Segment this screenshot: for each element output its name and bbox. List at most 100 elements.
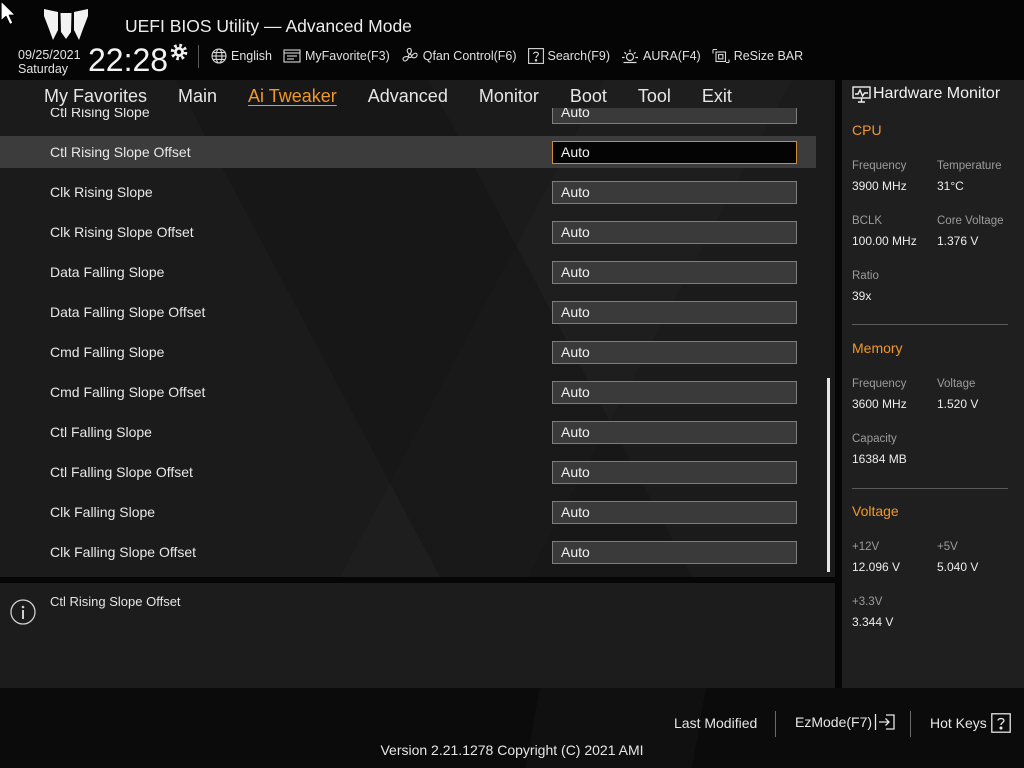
setting-row-clk-rising-slope-offset[interactable]: Clk Rising Slope Offset Auto	[0, 216, 816, 248]
weekday: Saturday	[18, 62, 69, 76]
voltage-12v: +12V 12.096 V	[852, 539, 937, 594]
mouse-cursor-icon	[0, 0, 17, 26]
setting-value-dropdown[interactable]: Auto	[552, 381, 797, 404]
settings-list[interactable]: Ctl Rising Slope Auto Ctl Rising Slope O…	[0, 108, 835, 577]
setting-value-dropdown[interactable]: Auto	[552, 181, 797, 204]
cpu-bclk: BCLK 100.00 MHz	[852, 213, 937, 268]
setting-label: Data Falling Slope Offset	[50, 304, 206, 320]
cpu-temperature: Temperature 31°C	[937, 158, 1020, 213]
help-icon	[990, 713, 1011, 733]
field-value: 5.040 V	[937, 560, 979, 574]
scrollbar-thumb[interactable]	[827, 378, 830, 572]
setting-value-dropdown[interactable]: Auto	[552, 301, 797, 324]
search-label: Search(F9)	[547, 49, 611, 63]
settings-rows: Ctl Rising Slope Auto Ctl Rising Slope O…	[0, 108, 835, 576]
header-divider	[198, 45, 199, 68]
setting-value-dropdown[interactable]: Auto	[552, 221, 797, 244]
setting-label: Ctl Falling Slope Offset	[50, 464, 193, 480]
hardware-monitor-panel: Hardware Monitor CPU Frequency 3900 MHz T…	[842, 80, 1024, 688]
setting-label: Ctl Rising Slope	[50, 108, 150, 120]
setting-row-ctl-rising-slope[interactable]: Ctl Rising Slope Auto	[0, 108, 816, 128]
field-label: BCLK	[852, 215, 883, 227]
field-value: 3.344 V	[852, 615, 894, 629]
setting-label: Clk Falling Slope	[50, 504, 156, 520]
field-value: 3600 MHz	[852, 397, 907, 411]
app-title: UEFI BIOS Utility — Advanced Mode	[125, 16, 412, 36]
search-button[interactable]: Search(F9)	[527, 48, 611, 64]
field-label: Temperature	[937, 160, 1002, 172]
setting-value-dropdown[interactable]: Auto	[552, 141, 797, 164]
setting-row-data-falling-slope-offset[interactable]: Data Falling Slope Offset Auto	[0, 296, 816, 328]
memory-voltage: Voltage 1.520 V	[937, 376, 1020, 431]
field-label: Frequency	[852, 160, 907, 172]
footer-divider	[910, 711, 911, 737]
setting-row-ctl-falling-slope-offset[interactable]: Ctl Falling Slope Offset Auto	[0, 456, 816, 488]
my-favorite-button[interactable]: MyFavorite(F3)	[283, 48, 390, 64]
setting-value-dropdown[interactable]: Auto	[552, 421, 797, 444]
field-label: Voltage	[937, 378, 976, 390]
field-label: +5V	[937, 541, 958, 553]
setting-row-cmd-falling-slope[interactable]: Cmd Falling Slope Auto	[0, 336, 816, 368]
cpu-core-voltage: Core Voltage 1.376 V	[937, 213, 1020, 268]
field-value: 12.096 V	[852, 560, 901, 574]
setting-label: Cmd Falling Slope	[50, 344, 165, 360]
toolbar: English MyFavorite(F3) Qfan Control(F6) …	[211, 47, 803, 65]
setting-row-ctl-falling-slope[interactable]: Ctl Falling Slope Auto	[0, 416, 816, 448]
qfan-control-button[interactable]: Qfan Control(F6)	[401, 47, 517, 65]
field-value: 31°C	[937, 179, 964, 193]
ez-mode-button[interactable]: EzMode(F7)	[795, 713, 896, 731]
field-value: 3900 MHz	[852, 179, 907, 193]
cpu-frequency: Frequency 3900 MHz	[852, 158, 937, 213]
field-value: 39x	[852, 289, 872, 303]
footer-divider	[775, 711, 776, 737]
my-favorite-label: MyFavorite(F3)	[305, 49, 390, 63]
section-heading: CPU	[852, 122, 882, 138]
field-value: 1.520 V	[937, 397, 979, 411]
setting-row-ctl-rising-slope-offset[interactable]: Ctl Rising Slope Offset Auto	[0, 136, 816, 168]
monitor-icon	[852, 86, 871, 103]
cpu-section: CPU Frequency 3900 MHz Temperature 31°C BC…	[852, 121, 1020, 323]
setting-label: Ctl Rising Slope Offset	[50, 144, 191, 160]
version-text: Version 2.21.1278 Copyright (C) 2021 AMI	[380, 742, 644, 758]
voltage-5v: +5V 5.040 V	[937, 539, 1020, 594]
setting-row-cmd-falling-slope-offset[interactable]: Cmd Falling Slope Offset Auto	[0, 376, 816, 408]
resize-bar-button[interactable]: ReSize BAR	[712, 48, 803, 64]
setting-row-clk-falling-slope[interactable]: Clk Falling Slope Auto	[0, 496, 816, 528]
field-label: Core Voltage	[937, 215, 1004, 227]
exit-icon	[874, 713, 896, 731]
aura-label: AURA(F4)	[643, 49, 701, 63]
setting-value-dropdown[interactable]: Auto	[552, 261, 797, 284]
language-label: English	[231, 49, 272, 63]
my-favorite-icon	[283, 48, 301, 64]
info-icon	[10, 599, 36, 625]
qfan-control-label: Qfan Control(F6)	[422, 49, 517, 63]
memory-frequency: Frequency 3600 MHz	[852, 376, 937, 431]
setting-label: Data Falling Slope	[50, 264, 165, 280]
aura-button[interactable]: AURA(F4)	[621, 48, 701, 64]
setting-value-dropdown[interactable]: Auto	[552, 461, 797, 484]
last-modified-button[interactable]: Last Modified	[674, 715, 757, 731]
setting-value-dropdown[interactable]: Auto	[552, 541, 797, 564]
ez-mode-label: EzMode(F7)	[795, 714, 873, 730]
section-heading: Voltage	[852, 503, 899, 519]
setting-value-dropdown[interactable]: Auto	[552, 501, 797, 524]
aura-icon	[621, 48, 639, 64]
voltage-3v3: +3.3V 3.344 V	[852, 594, 937, 649]
field-label: +3.3V	[852, 596, 883, 608]
setting-row-clk-rising-slope[interactable]: Clk Rising Slope Auto	[0, 176, 816, 208]
setting-row-clk-falling-slope-offset[interactable]: Clk Falling Slope Offset Auto	[0, 536, 816, 568]
gear-icon[interactable]	[170, 43, 188, 61]
language-button[interactable]: English	[211, 48, 272, 64]
resize-bar-label: ReSize BAR	[733, 49, 804, 63]
setting-row-data-falling-slope[interactable]: Data Falling Slope Auto	[0, 256, 816, 288]
field-value: 16384 MB	[852, 452, 907, 466]
globe-icon	[211, 48, 227, 64]
setting-value-dropdown[interactable]: Auto	[552, 341, 797, 364]
cpu-ratio: Ratio 39x	[852, 268, 937, 323]
tuf-logo	[44, 9, 88, 40]
setting-value-dropdown[interactable]: Auto	[552, 108, 797, 124]
fan-icon	[401, 47, 419, 65]
field-label: +12V	[852, 541, 880, 553]
hot-keys-button[interactable]: Hot Keys	[930, 713, 1011, 733]
hardware-monitor-title: Hardware Monitor	[873, 85, 1001, 102]
